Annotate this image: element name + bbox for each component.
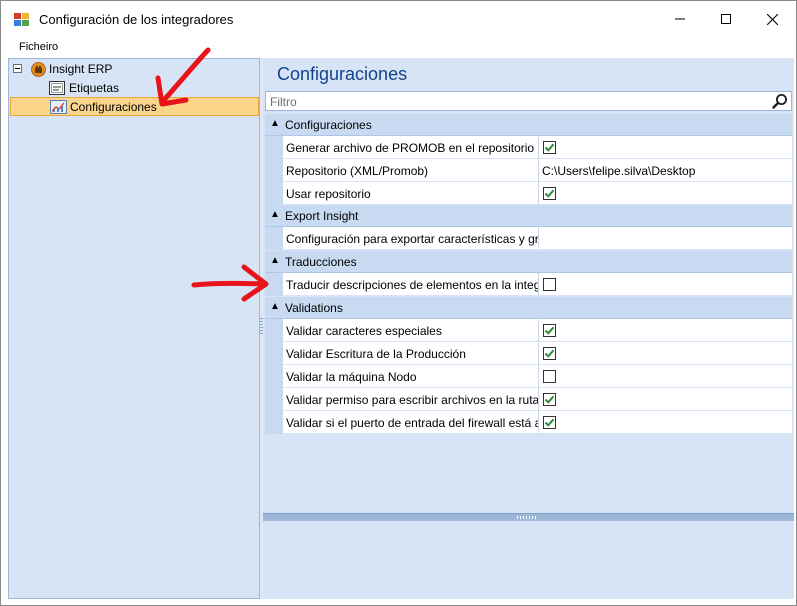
close-button[interactable] [749, 1, 795, 37]
property-row[interactable]: Traducir descripciones de elementos en l… [265, 273, 792, 296]
filter-placeholder: Filtro [270, 95, 297, 109]
close-icon [766, 13, 778, 25]
property-row[interactable]: Repositorio (XML/Promob) C:\Users\felipe… [265, 159, 792, 182]
property-value [539, 342, 792, 365]
checkbox-unchecked[interactable] [543, 278, 556, 291]
property-name: Traducir descripciones de elementos en l… [283, 273, 539, 296]
collapse-arrow-icon[interactable]: ▲ [270, 118, 280, 129]
property-value [539, 411, 792, 434]
checkbox-checked[interactable] [543, 141, 556, 154]
description-area [263, 521, 794, 599]
tree-item-label: Etiquetas [69, 81, 120, 95]
property-name: Repositorio (XML/Promob) [283, 159, 539, 182]
property-row[interactable]: Validar caracteres especiales [265, 319, 792, 342]
tree-item-insight-erp[interactable]: Insight ERP [9, 60, 259, 79]
window-title: Configuración de los integradores [39, 12, 234, 27]
properties-panel: Configuraciones Filtro ▲ Configuraciones… [263, 58, 794, 599]
property-row[interactable]: Usar repositorio [265, 182, 792, 205]
property-name: Configuración para exportar característi… [283, 227, 539, 250]
property-name: Generar archivo de PROMOB en el reposito… [283, 136, 539, 159]
category-label: Export Insight [285, 209, 359, 223]
property-row[interactable]: Validar la máquina Nodo [265, 365, 792, 388]
property-value [539, 319, 792, 342]
maximize-icon [721, 14, 731, 24]
maximize-button[interactable] [703, 1, 749, 37]
tree-collapse-icon[interactable] [13, 64, 22, 73]
tree-item-label: Insight ERP [49, 62, 113, 76]
collapse-arrow-icon[interactable]: ▲ [270, 255, 280, 266]
category-traducciones[interactable]: ▲ Traducciones [265, 251, 792, 273]
check-icon [544, 418, 555, 427]
check-icon [544, 189, 555, 198]
app-icon [14, 13, 29, 26]
panel-title: Configuraciones [277, 64, 408, 84]
property-name: Validar si el puerto de entrada del fire… [283, 411, 539, 434]
minimize-icon [675, 18, 685, 20]
property-row[interactable]: Generar archivo de PROMOB en el reposito… [265, 136, 792, 159]
chart-icon [50, 100, 67, 114]
checkbox-checked[interactable] [543, 324, 556, 337]
tree-item-configuraciones[interactable]: Configuraciones [10, 97, 259, 116]
category-validations[interactable]: ▲ Validations [265, 297, 792, 319]
title-bar: Configuración de los integradores [1, 1, 796, 37]
checkbox-checked[interactable] [543, 393, 556, 406]
property-value [539, 365, 792, 388]
search-icon[interactable] [771, 93, 789, 110]
property-value-text[interactable] [539, 227, 792, 250]
checkbox-checked[interactable] [543, 347, 556, 360]
check-icon [544, 326, 555, 335]
collapse-arrow-icon[interactable]: ▲ [270, 209, 280, 220]
property-name: Validar permiso para escribir archivos e… [283, 388, 539, 411]
property-name: Validar Escritura de la Producción [283, 342, 539, 365]
category-configuraciones[interactable]: ▲ Configuraciones [265, 114, 792, 136]
checkbox-checked[interactable] [543, 187, 556, 200]
label-icon [49, 81, 65, 95]
check-icon [544, 143, 555, 152]
property-value [539, 182, 792, 205]
menu-item-ficheiro[interactable]: Ficheiro [19, 41, 58, 53]
category-label: Traducciones [285, 255, 357, 269]
description-splitter[interactable] [263, 513, 794, 521]
property-row[interactable]: Configuración para exportar característi… [265, 227, 792, 250]
property-name: Usar repositorio [283, 182, 539, 205]
collapse-arrow-icon[interactable]: ▲ [270, 301, 280, 312]
navigation-tree: Insight ERP Etiquetas Configuraciones [8, 58, 260, 599]
tree-item-etiquetas[interactable]: Etiquetas [49, 79, 169, 98]
property-row[interactable]: Validar Escritura de la Producción [265, 342, 792, 365]
property-row[interactable]: Validar permiso para escribir archivos e… [265, 388, 792, 411]
splitter-grip-icon [517, 516, 537, 519]
tree-item-label: Configuraciones [70, 100, 157, 114]
property-name: Validar la máquina Nodo [283, 365, 539, 388]
check-icon [544, 349, 555, 358]
category-export-insight[interactable]: ▲ Export Insight [265, 205, 792, 227]
app-window: Configuración de los integradores Fichei… [0, 0, 797, 606]
category-label: Validations [285, 301, 343, 315]
checkbox-checked[interactable] [543, 416, 556, 429]
category-label: Configuraciones [285, 118, 372, 132]
erp-icon [31, 62, 46, 77]
property-value [539, 273, 792, 296]
property-value [539, 388, 792, 411]
menu-bar: Ficheiro [1, 37, 796, 57]
checkbox-unchecked[interactable] [543, 370, 556, 383]
filter-input[interactable]: Filtro [265, 91, 792, 111]
property-value-text[interactable]: C:\Users\felipe.silva\Desktop [539, 159, 792, 182]
minimize-button[interactable] [657, 1, 703, 37]
property-row[interactable]: Validar si el puerto de entrada del fire… [265, 411, 792, 434]
property-value [539, 136, 792, 159]
property-name: Validar caracteres especiales [283, 319, 539, 342]
check-icon [544, 395, 555, 404]
